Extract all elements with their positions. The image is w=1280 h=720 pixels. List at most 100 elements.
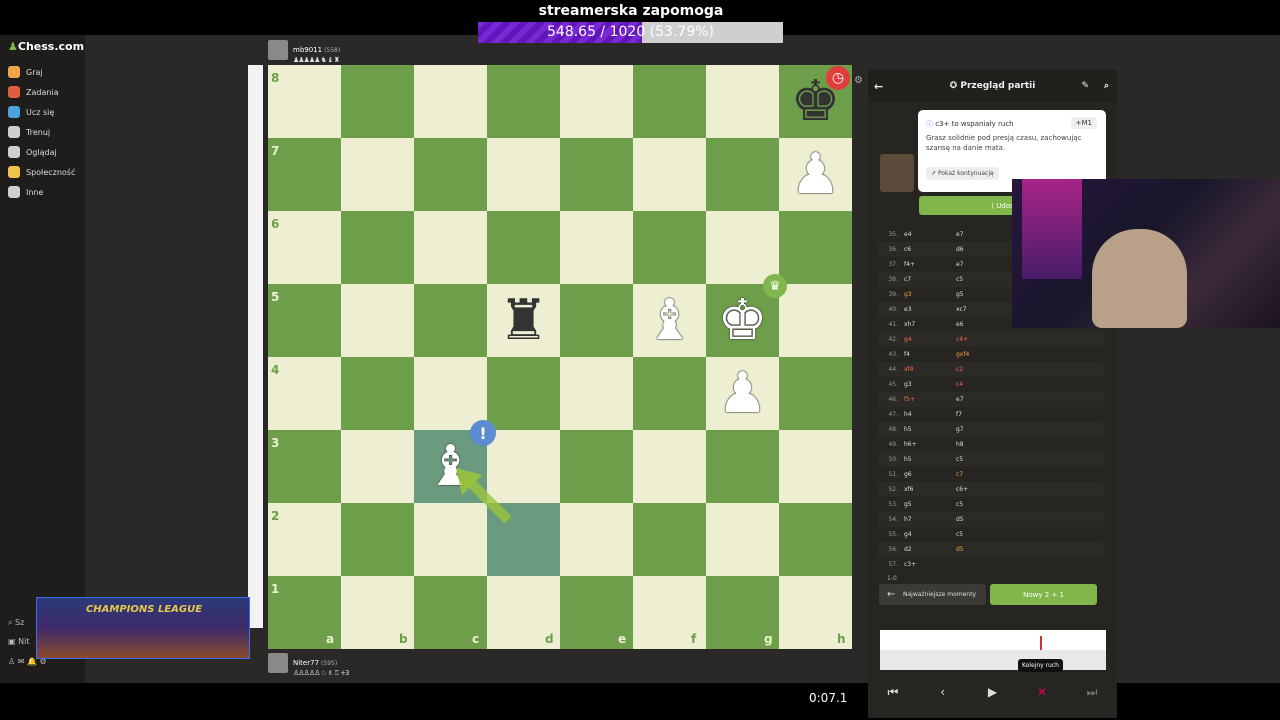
- move-row[interactable]: 49. h6+ h8: [878, 437, 1103, 452]
- white-move[interactable]: xf6: [904, 486, 956, 493]
- black-move[interactable]: d5: [956, 516, 1008, 523]
- black-move[interactable]: c5: [956, 456, 1008, 463]
- play-button[interactable]: ▶: [971, 680, 1013, 704]
- black-move[interactable]: c7: [956, 471, 1008, 478]
- sidebar-item-0[interactable]: Graj: [8, 64, 83, 80]
- square-c5[interactable]: [414, 284, 487, 357]
- square-b2[interactable]: [341, 503, 414, 576]
- black-move[interactable]: gxf4: [956, 351, 1008, 358]
- square-b5[interactable]: [341, 284, 414, 357]
- square-c4[interactable]: [414, 357, 487, 430]
- square-e5[interactable]: [560, 284, 633, 357]
- sidebar-item-3[interactable]: Trenuj: [8, 124, 83, 140]
- sidebar-item-2[interactable]: Ucz się: [8, 104, 83, 120]
- square-c6[interactable]: [414, 211, 487, 284]
- black-move[interactable]: g7: [956, 426, 1008, 433]
- black-move[interactable]: e7: [956, 231, 1008, 238]
- black-move[interactable]: c5: [956, 276, 1008, 283]
- white-move[interactable]: f4+: [904, 261, 956, 268]
- square-h4[interactable]: [779, 357, 852, 430]
- square-e4[interactable]: [560, 357, 633, 430]
- square-h3[interactable]: [779, 430, 852, 503]
- avatar[interactable]: [268, 653, 288, 673]
- black-move[interactable]: xc7: [956, 306, 1008, 313]
- move-row[interactable]: 42. g4 c4+: [878, 332, 1103, 347]
- piece-g4[interactable]: ♟: [706, 357, 779, 430]
- search-icon[interactable]: ⌕ Sz: [8, 618, 24, 628]
- square-f8[interactable]: [633, 65, 706, 138]
- white-move[interactable]: f5+: [904, 396, 956, 403]
- previous-move-button[interactable]: ‹: [922, 680, 964, 704]
- new-game-button[interactable]: Nowy 2 + 1: [990, 584, 1097, 605]
- move-row[interactable]: 57. c3+: [878, 557, 1103, 572]
- square-e2[interactable]: [560, 503, 633, 576]
- square-h2[interactable]: [779, 503, 852, 576]
- white-move[interactable]: g6: [904, 471, 956, 478]
- black-move[interactable]: c5: [956, 531, 1008, 538]
- square-g8[interactable]: [706, 65, 779, 138]
- white-move[interactable]: h5: [904, 456, 956, 463]
- white-move[interactable]: e3: [904, 306, 956, 313]
- black-move[interactable]: e7: [956, 261, 1008, 268]
- white-move[interactable]: h6+: [904, 441, 956, 448]
- square-e6[interactable]: [560, 211, 633, 284]
- key-moments-button[interactable]: ← Najważniejsze momenty: [879, 584, 986, 605]
- move-row[interactable]: 56. d2 d5: [878, 542, 1103, 557]
- square-g7[interactable]: [706, 138, 779, 211]
- black-move[interactable]: h8: [956, 441, 1008, 448]
- square-b6[interactable]: [341, 211, 414, 284]
- avatar[interactable]: [268, 40, 288, 60]
- move-row[interactable]: 53. g5 c5: [878, 497, 1103, 512]
- white-move[interactable]: c7: [904, 276, 956, 283]
- black-move[interactable]: f7: [956, 411, 1008, 418]
- piece-h7[interactable]: ♟: [779, 138, 852, 211]
- white-move[interactable]: g4: [904, 531, 956, 538]
- white-move[interactable]: xf4: [904, 366, 956, 373]
- white-move[interactable]: h4: [904, 411, 956, 418]
- square-f2[interactable]: [633, 503, 706, 576]
- square-d8[interactable]: [487, 65, 560, 138]
- move-row[interactable]: 54. h7 d5: [878, 512, 1103, 527]
- square-b4[interactable]: [341, 357, 414, 430]
- black-move[interactable]: d5: [956, 546, 1008, 553]
- square-d7[interactable]: [487, 138, 560, 211]
- black-move[interactable]: c4: [956, 381, 1008, 388]
- user-item[interactable]: ▣ Nit: [8, 637, 29, 646]
- show-continuation-button[interactable]: ↗ Pokaż kontynuację: [926, 167, 999, 180]
- square-f6[interactable]: [633, 211, 706, 284]
- move-row[interactable]: 47. h4 f7: [878, 407, 1103, 422]
- square-b8[interactable]: [341, 65, 414, 138]
- sidebar-item-4[interactable]: Oglądaj: [8, 144, 83, 160]
- move-row[interactable]: 52. xf6 c6+: [878, 482, 1103, 497]
- white-move[interactable]: g3: [904, 291, 956, 298]
- square-f7[interactable]: [633, 138, 706, 211]
- move-row[interactable]: 43. f4 gxf4: [878, 347, 1103, 362]
- player-name[interactable]: Niter77: [293, 659, 319, 667]
- black-move[interactable]: c4+: [956, 336, 1008, 343]
- square-b7[interactable]: [341, 138, 414, 211]
- search-icon[interactable]: ⌕: [1104, 81, 1109, 91]
- square-g3[interactable]: [706, 430, 779, 503]
- chess-board[interactable]: 8 7 6 5 4 3 2 1 a b c d e f g h ♚ ♟ ♜ ♝ ♚ ♟ ♝ ◷ ♛!: [268, 65, 852, 649]
- square-g2[interactable]: [706, 503, 779, 576]
- move-row[interactable]: 45. g3 c4: [878, 377, 1103, 392]
- square-g6[interactable]: [706, 211, 779, 284]
- square-h6[interactable]: [779, 211, 852, 284]
- white-move[interactable]: e4: [904, 231, 956, 238]
- back-arrow-icon[interactable]: ←: [874, 80, 883, 93]
- black-move[interactable]: c2: [956, 366, 1008, 373]
- white-move[interactable]: h7: [904, 516, 956, 523]
- sidebar-item-5[interactable]: Społeczność: [8, 164, 83, 180]
- square-c8[interactable]: [414, 65, 487, 138]
- square-d4[interactable]: [487, 357, 560, 430]
- move-row[interactable]: 50. h5 c5: [878, 452, 1103, 467]
- sidebar-item-6[interactable]: Inne: [8, 184, 83, 200]
- black-move[interactable]: c6+: [956, 486, 1008, 493]
- player-name[interactable]: mb9011: [293, 46, 322, 54]
- first-move-button[interactable]: ⏮: [872, 680, 914, 704]
- gear-icon[interactable]: ⚙: [854, 75, 863, 86]
- chess-logo[interactable]: ♟Chess.com: [8, 40, 84, 53]
- sidebar-item-1[interactable]: Zadania: [8, 84, 83, 100]
- move-row[interactable]: 44. xf4 c2: [878, 362, 1103, 377]
- move-row[interactable]: 55. g4 c5: [878, 527, 1103, 542]
